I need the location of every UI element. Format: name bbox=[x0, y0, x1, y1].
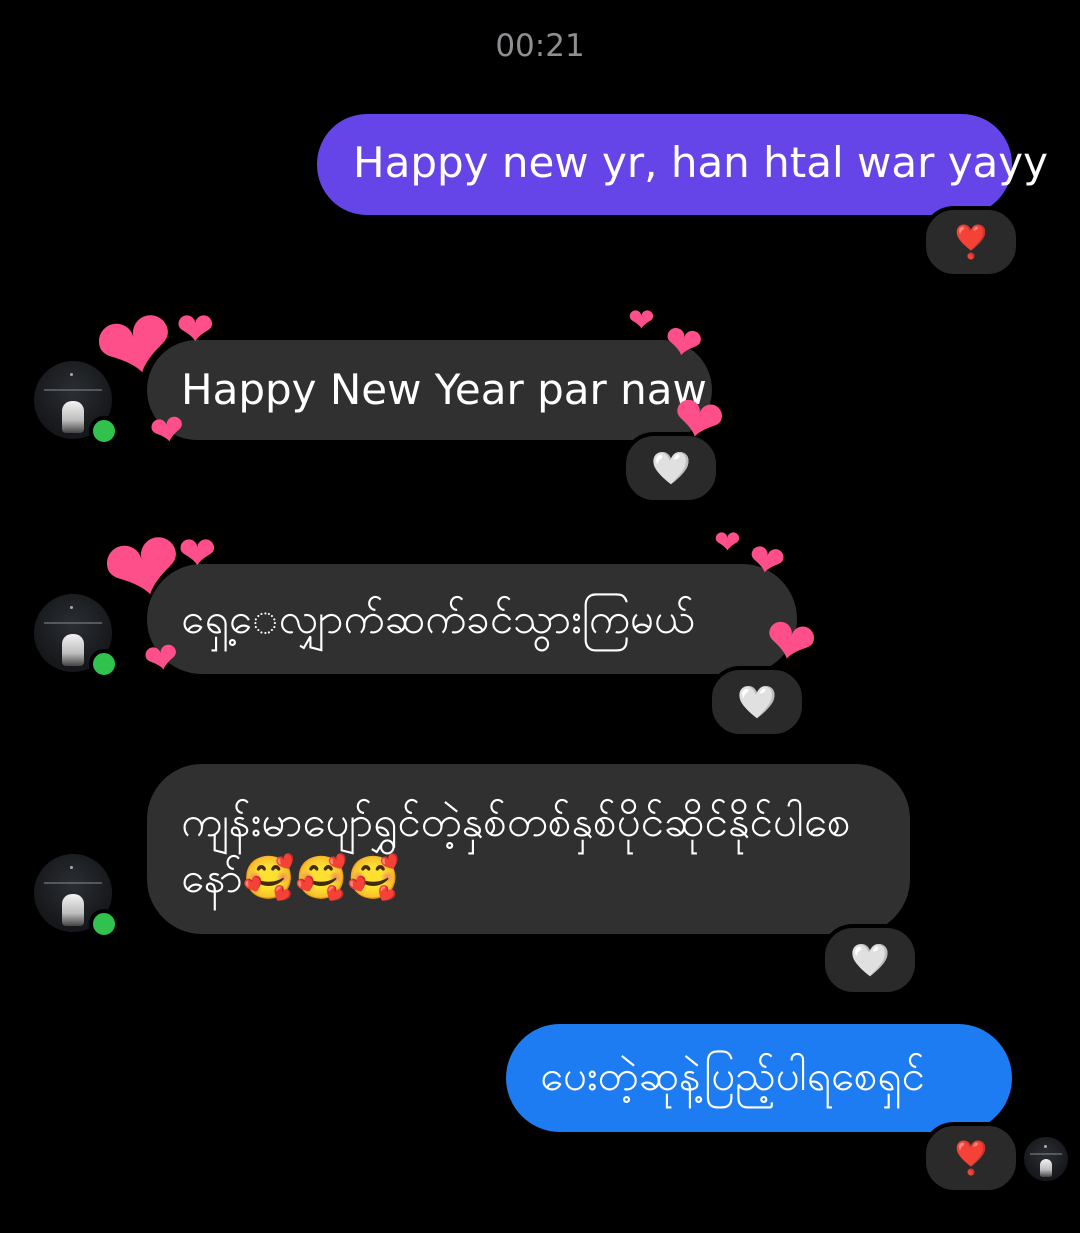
outgoing-message-bubble[interactable]: Happy new yr, han htal war yayy bbox=[317, 114, 1048, 215]
incoming-message-bubble[interactable]: ရှေ့ေလျှာက်ဆက်ခင်သွားကြမယ် bbox=[147, 564, 797, 674]
incoming-message-bubble[interactable]: Happy New Year par naw bbox=[147, 340, 712, 440]
heart-effect-icon: ❤ bbox=[628, 301, 655, 339]
reaction-badge[interactable]: 🤍 bbox=[821, 924, 919, 996]
outgoing-message-bubble[interactable]: ပေးတဲ့ဆုနဲ့ပြည့်ပါရစေရှင် bbox=[506, 1024, 1012, 1132]
seen-receipt-avatar bbox=[1024, 1137, 1068, 1181]
heart-exclamation-icon: ❣️ bbox=[951, 223, 991, 261]
online-dot-icon bbox=[89, 909, 119, 939]
white-heart-icon: 🤍 bbox=[737, 683, 777, 721]
heart-effect-icon: ❤ bbox=[145, 403, 190, 458]
heart-effect-icon: ❤ bbox=[659, 313, 707, 373]
heart-effect-icon: ❤ bbox=[178, 526, 217, 580]
white-heart-icon: 🤍 bbox=[850, 941, 890, 979]
incoming-message-bubble[interactable]: ကျန်းမာပျော်ရွှင်တဲ့နှစ်တစ်နှစ်ပိုင်ဆိုင… bbox=[147, 764, 910, 934]
heart-effect-icon: ❤ bbox=[743, 533, 790, 590]
heart-effect-icon: ❤ bbox=[714, 523, 741, 561]
heart-effect-icon: ❤ bbox=[139, 631, 184, 686]
reaction-badge[interactable]: ❣️ bbox=[922, 206, 1020, 278]
message-timestamp: 00:21 bbox=[495, 28, 585, 64]
online-dot-icon bbox=[89, 416, 119, 446]
heart-exclamation-icon: ❣️ bbox=[951, 1139, 991, 1177]
online-dot-icon bbox=[89, 649, 119, 679]
heart-effect-icon: ❤ bbox=[757, 601, 824, 684]
reaction-badge[interactable]: ❣️ bbox=[922, 1122, 1020, 1194]
heart-effect-icon: ❤ bbox=[176, 302, 215, 356]
heart-effect-icon: ❤ bbox=[665, 379, 732, 462]
